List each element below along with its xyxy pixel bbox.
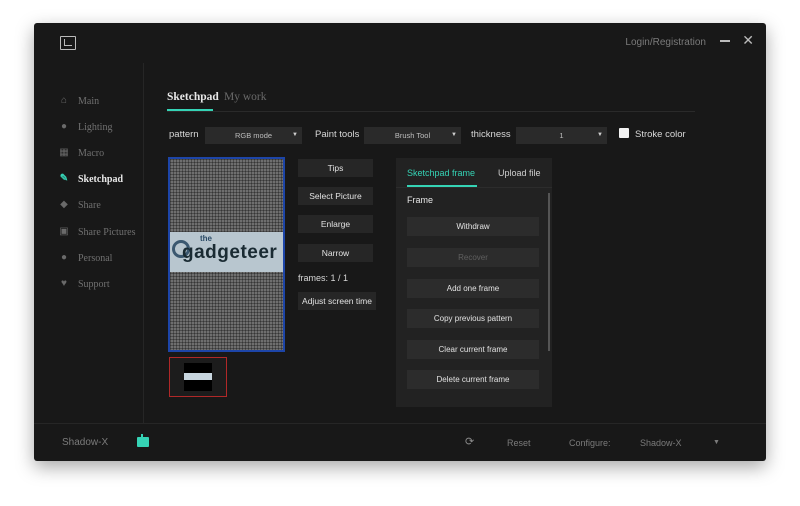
frames-counter: frames: 1 / 1 — [298, 273, 349, 283]
tab-sketchpad[interactable]: Sketchpad — [167, 91, 219, 103]
paint-tools-label: Paint tools — [315, 129, 360, 140]
adjust-screen-time-button[interactable]: Adjust screen time — [298, 292, 376, 310]
tab-upload-file[interactable]: Upload file — [498, 168, 541, 178]
close-icon[interactable]: ✕ — [742, 33, 754, 47]
stroke-color-label: Stroke color — [635, 129, 686, 140]
pattern-select-value: RGB mode — [234, 131, 273, 140]
app-logo-icon — [60, 36, 76, 50]
narrow-button[interactable]: Narrow — [298, 244, 373, 262]
panel-scrollbar[interactable] — [548, 193, 550, 351]
pattern-select[interactable]: RGB mode ▼ — [205, 127, 302, 144]
frame-heading: Frame — [407, 195, 434, 205]
app-window: Login/Registration ✕ ⌂ Main ● Lighting ▦… — [34, 23, 766, 461]
clear-current-frame-button[interactable]: Clear current frame — [407, 340, 539, 359]
tab-sketchpad-frame[interactable]: Sketchpad frame — [407, 168, 475, 178]
select-picture-button[interactable]: Select Picture — [298, 187, 373, 205]
picture-icon: ▣ — [59, 226, 69, 237]
canvas-logo-text: gadgeteer — [182, 242, 278, 263]
sidebar-item-label: Support — [78, 278, 110, 290]
chevron-down-icon: ▼ — [451, 132, 457, 138]
withdraw-button[interactable]: Withdraw — [407, 217, 539, 236]
heart-icon: ♥ — [61, 278, 67, 289]
canvas-image: the gadgeteer — [170, 232, 283, 272]
reset-button[interactable]: Reset — [507, 438, 531, 448]
add-frame-button[interactable]: Add one frame — [407, 279, 539, 298]
pattern-label: pattern — [169, 129, 199, 140]
sidebar-item-label: Main — [78, 95, 100, 107]
configure-select-value[interactable]: Shadow-X — [640, 438, 682, 448]
sidebar: ⌂ Main ● Lighting ▦ Macro ✎ Sketchpad ◆ … — [34, 63, 144, 423]
sidebar-item-label: Share Pictures — [78, 226, 136, 238]
sidebar-item-share-pictures[interactable]: ▣ Share Pictures — [58, 223, 136, 241]
sketchpad-icon: ✎ — [59, 173, 69, 184]
person-icon: ● — [60, 252, 68, 263]
paint-tools-select-value: Brush Tool — [394, 131, 431, 140]
chevron-down-icon[interactable]: ▼ — [713, 439, 720, 446]
sidebar-item-label: Macro — [78, 147, 105, 159]
sketchpad-canvas[interactable]: the gadgeteer — [168, 157, 285, 352]
thumbnail-logo — [184, 373, 212, 380]
thickness-select-value: 1 — [559, 131, 564, 140]
sidebar-item-share[interactable]: ◆ Share — [58, 196, 101, 214]
frame-thumbnail[interactable] — [169, 357, 227, 397]
home-icon: ⌂ — [60, 95, 67, 106]
sidebar-item-lighting[interactable]: ● Lighting — [58, 118, 112, 136]
sidebar-item-support[interactable]: ♥ Support — [58, 275, 110, 293]
chevron-down-icon: ▼ — [292, 132, 298, 138]
sidebar-item-label: Sketchpad — [78, 173, 124, 185]
chevron-down-icon: ▼ — [597, 132, 603, 138]
macro-icon: ▦ — [59, 147, 69, 158]
panel-tab-divider — [396, 187, 552, 188]
minimize-icon[interactable] — [720, 40, 730, 42]
title-bar: Login/Registration ✕ — [34, 23, 766, 63]
sidebar-item-label: Lighting — [78, 121, 113, 133]
sidebar-item-label: Personal — [78, 252, 113, 264]
footer-bar: Shadow-X ⟳ Reset Configure: Shadow-X ▼ — [34, 423, 766, 461]
paint-tools-select[interactable]: Brush Tool ▼ — [364, 127, 461, 144]
thickness-label: thickness — [471, 129, 511, 140]
bulb-icon: ● — [60, 121, 68, 132]
refresh-icon[interactable]: ⟳ — [465, 435, 474, 448]
sidebar-item-macro[interactable]: ▦ Macro — [58, 144, 104, 162]
sidebar-item-main[interactable]: ⌂ Main — [58, 92, 99, 110]
main-content: Sketchpad My work pattern RGB mode ▼ Pai… — [144, 63, 766, 423]
delete-current-frame-button[interactable]: Delete current frame — [407, 370, 539, 389]
tab-divider — [167, 111, 695, 112]
copy-previous-pattern-button[interactable]: Copy previous pattern — [407, 309, 539, 328]
stroke-color-checkbox[interactable] — [619, 128, 629, 138]
thickness-select[interactable]: 1 ▼ — [516, 127, 607, 144]
frame-panel: Sketchpad frame Upload file Frame Withdr… — [396, 158, 552, 407]
tab-my-work[interactable]: My work — [224, 91, 267, 103]
device-name: Shadow-X — [62, 437, 109, 448]
enlarge-button[interactable]: Enlarge — [298, 215, 373, 233]
tips-button[interactable]: Tips — [298, 159, 373, 177]
keyboard-icon[interactable] — [137, 434, 149, 447]
recover-button[interactable]: Recover — [407, 248, 539, 267]
sidebar-item-sketchpad[interactable]: ✎ Sketchpad — [58, 170, 123, 188]
sidebar-item-personal[interactable]: ● Personal — [58, 249, 112, 267]
login-registration-link[interactable]: Login/Registration — [625, 37, 706, 48]
share-icon: ◆ — [60, 199, 68, 210]
configure-label: Configure: — [569, 438, 611, 448]
sidebar-item-label: Share — [78, 199, 101, 211]
